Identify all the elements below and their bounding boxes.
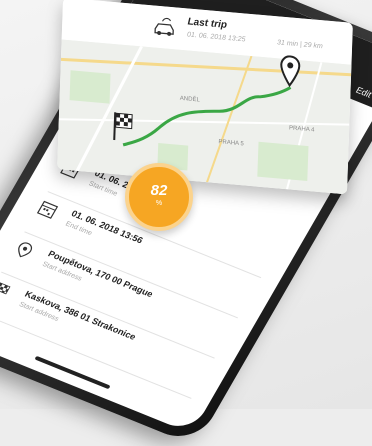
trip-score-badge: 82 % bbox=[125, 163, 193, 231]
checkered-flag-icon bbox=[0, 282, 11, 295]
calendar-icon bbox=[36, 200, 59, 219]
score-value: 82 bbox=[150, 182, 168, 199]
start-flag-icon bbox=[113, 112, 133, 141]
trip-date: 01. 06. 2018 13:25 bbox=[186, 31, 246, 44]
route-map[interactable]: ANDĚL PRAHA 5 PRAHA 4 bbox=[57, 39, 352, 195]
car-route-icon bbox=[154, 17, 174, 36]
edit-button[interactable]: Edit bbox=[354, 85, 372, 100]
trip-duration: 31 min | 29 km bbox=[276, 39, 323, 51]
score-unit: % bbox=[155, 200, 163, 207]
end-location-pin-icon bbox=[280, 55, 301, 88]
location-pin-icon bbox=[18, 242, 33, 258]
map-canvas: ANDĚL PRAHA 5 PRAHA 4 bbox=[57, 39, 352, 195]
last-trip-card[interactable]: Last trip 01. 06. 2018 13:25 31 min | 29… bbox=[57, 0, 353, 195]
trip-title: Last trip bbox=[187, 16, 228, 31]
